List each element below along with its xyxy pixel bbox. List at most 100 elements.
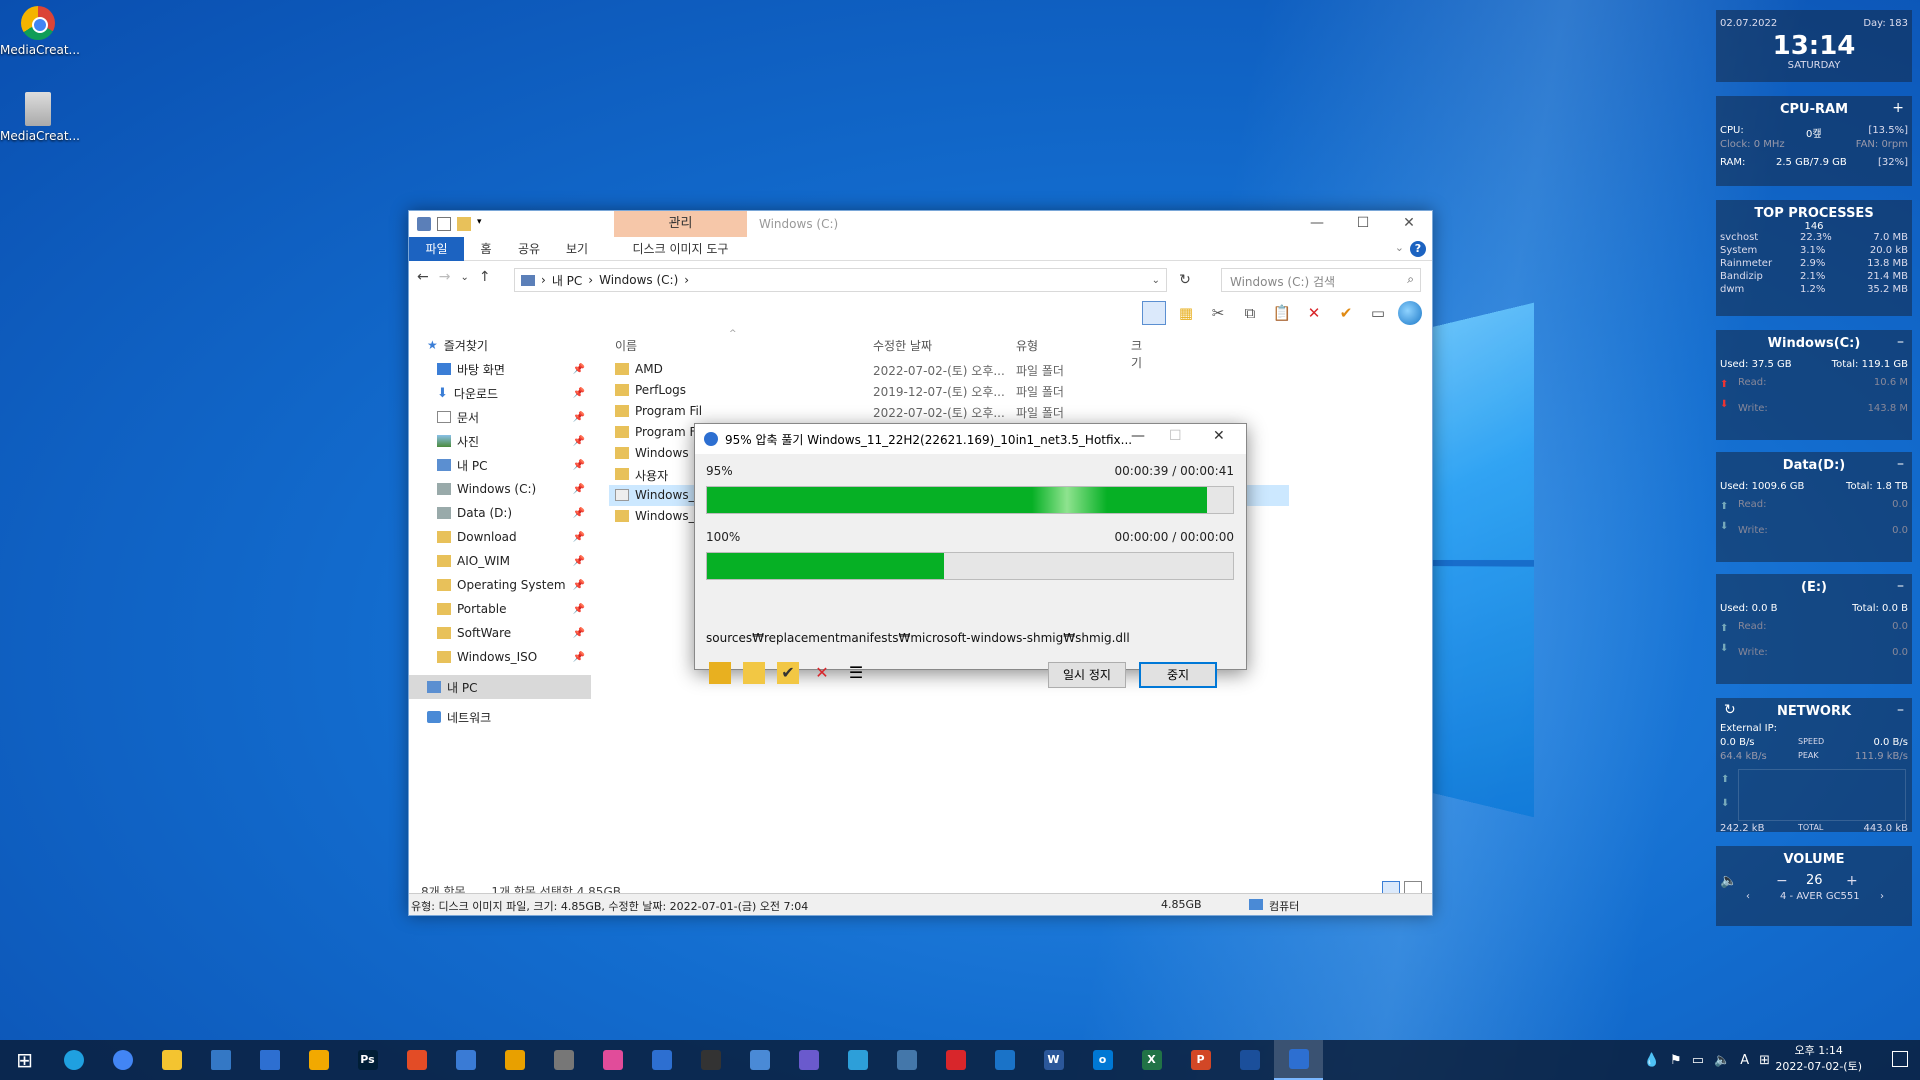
tab-manage[interactable]: 관리 (614, 211, 747, 237)
app-icon[interactable] (637, 1040, 686, 1080)
dialog-titlebar[interactable]: 95% 압축 풀기 Windows_11_22H2(22621.169)_10i… (695, 424, 1246, 454)
sidebar-item[interactable]: Windows_ISO 📌 (409, 645, 591, 669)
sidebar-item[interactable]: 사진 📌 (409, 429, 591, 453)
forward-arrow-icon[interactable]: → (439, 269, 451, 285)
tab-file[interactable]: 파일 (409, 237, 464, 261)
app-icon[interactable] (833, 1040, 882, 1080)
ribbon-expand-icon[interactable]: ⌄ (1395, 241, 1404, 254)
file-row[interactable]: Program Files 2022-07-02-(토) 오후... 파일 폴더 (609, 401, 1289, 422)
extract-progress-dialog[interactable]: 95% 압축 풀기 Windows_11_22H2(22621.169)_10i… (694, 423, 1247, 688)
refresh-icon[interactable]: ↻ (1724, 702, 1736, 718)
notification-icon[interactable] (1892, 1051, 1908, 1067)
taskbar-clock[interactable]: 오후 1:14 2022-07-02-(토) (1775, 1043, 1862, 1075)
checkmark-icon[interactable]: ✔ (1334, 301, 1358, 325)
mail-icon[interactable] (245, 1040, 294, 1080)
explorer-icon[interactable] (147, 1040, 196, 1080)
excel-icon[interactable]: X (1127, 1040, 1176, 1080)
collapse-icon[interactable]: – (1897, 702, 1904, 718)
explorer-titlebar[interactable]: ▾ 관리 Windows (C:) — ☐ ✕ (409, 211, 1432, 237)
up-arrow-icon[interactable]: ↑ (479, 269, 491, 285)
properties-icon[interactable] (437, 217, 451, 231)
column-date[interactable]: 수정한 날짜 (873, 337, 932, 354)
sidebar-item[interactable]: 바탕 화면 📌 (409, 357, 591, 381)
desktop-icon-mediacreation-1[interactable]: MediaCreat... (0, 6, 80, 57)
app-icon[interactable] (539, 1040, 588, 1080)
sidebar-item[interactable]: 네트워크 (409, 705, 591, 729)
rename-icon[interactable]: ▭ (1366, 301, 1390, 325)
sidebar-item[interactable]: 내 PC (409, 675, 591, 699)
search-input[interactable]: Windows (C:) 검색 ⌕ (1221, 268, 1421, 292)
menu-icon[interactable]: ☰ (845, 662, 867, 684)
sidebar-item[interactable]: ⬇ 다운로드 📌 (409, 381, 591, 405)
preview-pane-icon[interactable] (1142, 301, 1166, 325)
acrobat-icon[interactable] (931, 1040, 980, 1080)
address-dropdown-icon[interactable]: ⌄ (1152, 275, 1160, 286)
refresh-icon[interactable]: ↻ (1174, 269, 1196, 291)
expand-plus-icon[interactable]: + (1892, 100, 1904, 116)
app-icon[interactable] (441, 1040, 490, 1080)
sidebar-item[interactable]: 내 PC 📌 (409, 453, 591, 477)
maximize-button[interactable]: ☐ (1340, 211, 1386, 237)
desktop-icon-mediacreation-2[interactable]: MediaCreat... (0, 92, 80, 143)
droplet-icon[interactable]: 💧 (1644, 1053, 1660, 1068)
folder-check-icon[interactable]: ✔ (777, 662, 799, 684)
outlook-icon[interactable]: o (1078, 1040, 1127, 1080)
globe-icon[interactable] (1398, 301, 1422, 325)
collapse-icon[interactable]: – (1897, 578, 1904, 594)
powerpoint-icon[interactable]: P (1176, 1040, 1225, 1080)
flag-icon[interactable]: ⚑ (1670, 1053, 1682, 1068)
start-icon[interactable]: ⊞ (0, 1040, 49, 1080)
next-device-button[interactable]: › (1880, 891, 1884, 902)
sidebar-item[interactable]: Download 📌 (409, 525, 591, 549)
folder-icon[interactable] (743, 662, 765, 684)
sidebar-item[interactable]: AIO_WIM 📌 (409, 549, 591, 573)
app-icon[interactable] (392, 1040, 441, 1080)
app-icon[interactable] (686, 1040, 735, 1080)
open-folder-icon[interactable] (709, 662, 731, 684)
tab-share[interactable]: 공유 (511, 237, 547, 261)
collapse-icon[interactable]: – (1897, 456, 1904, 472)
app-icon[interactable] (980, 1040, 1029, 1080)
speaker-icon[interactable]: 🔈 (1714, 1053, 1730, 1068)
sidebar-item[interactable]: SoftWare 📌 (409, 621, 591, 645)
pause-button[interactable]: 일시 정지 (1048, 662, 1126, 688)
photoshop-icon[interactable]: Ps (343, 1040, 392, 1080)
edge-icon[interactable] (49, 1040, 98, 1080)
shield-icon[interactable] (1225, 1040, 1274, 1080)
sidebar-item[interactable]: Portable 📌 (409, 597, 591, 621)
new-folder-icon[interactable] (457, 217, 471, 231)
pc-icon[interactable] (417, 217, 431, 231)
sidebar-item[interactable]: 문서 📌 (409, 405, 591, 429)
sidebar-item[interactable]: Operating System 📌 (409, 573, 591, 597)
keyboard-icon[interactable]: ⊞ (1759, 1053, 1770, 1068)
tab-disk-image-tools[interactable]: 디스크 이미지 도구 (614, 237, 747, 261)
quick-access-dropdown-icon[interactable]: ▾ (477, 217, 482, 231)
tab-view[interactable]: 보기 (559, 237, 595, 261)
paste-icon[interactable]: 📋 (1270, 301, 1294, 325)
previous-device-button[interactable]: ‹ (1746, 891, 1750, 902)
app-icon[interactable] (294, 1040, 343, 1080)
network-icon[interactable]: ▭ (1692, 1053, 1704, 1068)
tab-home[interactable]: 홈 (471, 237, 501, 261)
word-icon[interactable]: W (1029, 1040, 1078, 1080)
app-icon[interactable] (490, 1040, 539, 1080)
breadcrumb-windows-c[interactable]: Windows (C:) (599, 273, 678, 287)
back-arrow-icon[interactable]: ← (417, 269, 429, 285)
breadcrumb-my-pc[interactable]: 내 PC (552, 272, 582, 289)
store-icon[interactable] (196, 1040, 245, 1080)
sidebar-item[interactable]: Windows (C:) 📌 (409, 477, 591, 501)
minimize-button[interactable]: — (1131, 428, 1145, 444)
file-row[interactable]: AMD 2022-07-02-(토) 오후... 파일 폴더 (609, 359, 1289, 380)
copy-icon[interactable]: ⧉ (1238, 301, 1262, 325)
maximize-button[interactable]: ☐ (1169, 428, 1182, 444)
minimize-button[interactable]: — (1294, 211, 1340, 237)
recent-dropdown-icon[interactable]: ⌄ (460, 269, 468, 285)
delete-archive-icon[interactable]: ✕ (811, 662, 833, 684)
app-icon[interactable] (735, 1040, 784, 1080)
chrome-icon[interactable] (98, 1040, 147, 1080)
collapse-icon[interactable]: – (1897, 334, 1904, 350)
stop-button[interactable]: 중지 (1139, 662, 1217, 688)
volume-down-button[interactable]: − (1776, 873, 1788, 889)
bandizip-icon[interactable] (1274, 1040, 1323, 1080)
close-button[interactable]: ✕ (1213, 428, 1225, 444)
